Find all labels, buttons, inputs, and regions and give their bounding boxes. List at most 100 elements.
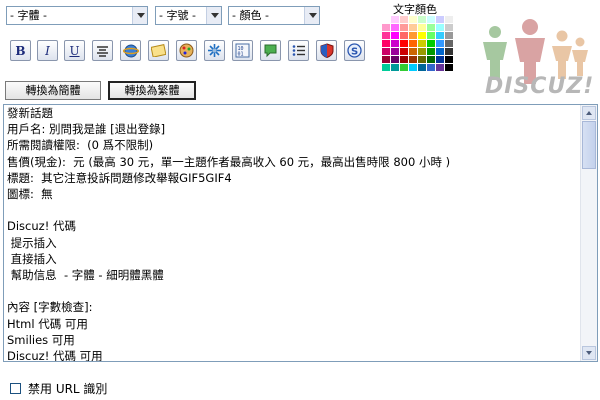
color-swatch[interactable] — [436, 32, 445, 40]
scroll-up-icon[interactable] — [582, 106, 596, 120]
color-swatch[interactable] — [436, 48, 445, 56]
italic-button[interactable]: I — [37, 40, 58, 61]
size-select[interactable]: - 字號 - — [155, 6, 222, 25]
textarea-line: 圖標: 無 — [7, 187, 53, 202]
textarea-line: 幫助信息 - 字體 - 細明體黑體 — [7, 268, 164, 283]
color-swatch[interactable] — [445, 32, 454, 40]
color-swatch[interactable] — [445, 56, 454, 64]
chevron-down-icon[interactable] — [206, 7, 221, 24]
message-textarea[interactable]: 發新話題 用戶名: 別問我是誰 [退出登錄] 所需閱讀權限: (0 爲不限制) 售價(… — [3, 104, 598, 362]
color-swatch[interactable] — [418, 24, 427, 32]
color-swatch[interactable] — [436, 40, 445, 48]
color-swatch[interactable] — [427, 32, 436, 40]
color-swatch[interactable] — [382, 64, 391, 72]
color-swatch[interactable] — [445, 24, 454, 32]
color-swatch[interactable] — [400, 24, 409, 32]
color-swatch[interactable] — [409, 40, 418, 48]
color-swatch[interactable] — [409, 56, 418, 64]
textarea-line: 提示插入 — [7, 235, 57, 250]
color-swatch[interactable] — [427, 40, 436, 48]
color-swatch[interactable] — [382, 32, 391, 40]
color-swatch[interactable] — [418, 40, 427, 48]
svg-text:S: S — [351, 47, 358, 58]
color-swatch[interactable] — [400, 48, 409, 56]
color-swatch[interactable] — [427, 48, 436, 56]
color-swatch[interactable] — [391, 40, 400, 48]
color-swatch[interactable] — [400, 64, 409, 72]
color-swatch[interactable] — [445, 16, 454, 24]
color-swatch[interactable] — [391, 32, 400, 40]
color-swatch[interactable] — [418, 56, 427, 64]
color-swatch[interactable] — [391, 56, 400, 64]
color-swatch[interactable] — [427, 24, 436, 32]
list-button[interactable] — [288, 40, 309, 61]
color-swatch[interactable] — [418, 64, 427, 72]
color-swatch[interactable] — [436, 24, 445, 32]
chevron-down-icon[interactable] — [304, 7, 319, 24]
color-swatch[interactable] — [400, 16, 409, 24]
color-swatch[interactable] — [382, 40, 391, 48]
color-swatch[interactable] — [436, 56, 445, 64]
color-swatch[interactable] — [418, 48, 427, 56]
color-swatch[interactable] — [382, 24, 391, 32]
color-swatch[interactable] — [391, 64, 400, 72]
color-swatch[interactable] — [391, 24, 400, 32]
align-center-button[interactable] — [92, 40, 113, 61]
color-swatch[interactable] — [391, 16, 400, 24]
color-swatch[interactable] — [382, 48, 391, 56]
color-swatch[interactable] — [427, 56, 436, 64]
color-swatch[interactable] — [409, 24, 418, 32]
code-button[interactable]: 10 01 — [232, 40, 253, 61]
message-content: 發新話題 用戶名: 別問我是誰 [退出登錄] 所需閱讀權限: (0 爲不限制) 售價(… — [7, 105, 577, 361]
color-swatch[interactable] — [436, 64, 445, 72]
email-button[interactable] — [148, 40, 169, 61]
scroll-down-icon[interactable] — [582, 346, 596, 360]
convert-simplified-label: 轉換為簡體 — [25, 84, 81, 97]
disable-url-checkbox[interactable] — [10, 383, 21, 394]
image-button[interactable] — [176, 40, 197, 61]
hide-button[interactable] — [316, 40, 337, 61]
bold-button[interactable]: B — [10, 40, 31, 61]
textarea-line: Discuz! 代碼 — [7, 219, 76, 234]
convert-traditional-button[interactable]: 轉換為繁體 — [108, 81, 196, 100]
disable-url-option[interactable]: 禁用 URL 識別 — [10, 380, 107, 397]
chevron-down-icon[interactable] — [132, 7, 147, 24]
italic-label: I — [45, 43, 50, 58]
color-palette[interactable] — [382, 16, 454, 72]
convert-simplified-button[interactable]: 轉換為簡體 — [5, 81, 101, 100]
color-swatch[interactable] — [436, 16, 445, 24]
color-swatch[interactable] — [418, 16, 427, 24]
color-swatch[interactable] — [445, 48, 454, 56]
color-swatch[interactable] — [445, 40, 454, 48]
link-button[interactable] — [120, 40, 141, 61]
color-swatch[interactable] — [400, 56, 409, 64]
color-swatch[interactable] — [418, 32, 427, 40]
quote-button[interactable] — [260, 40, 281, 61]
color-swatch[interactable] — [409, 64, 418, 72]
textarea-line — [7, 283, 577, 299]
color-swatch[interactable] — [409, 48, 418, 56]
font-select[interactable]: - 字體 - — [6, 6, 148, 25]
color-swatch[interactable] — [400, 40, 409, 48]
sell-button[interactable]: S — [344, 40, 365, 61]
color-swatch[interactable] — [409, 16, 418, 24]
color-swatch[interactable] — [427, 16, 436, 24]
color-swatch[interactable] — [445, 64, 454, 72]
color-swatch[interactable] — [382, 56, 391, 64]
flash-icon — [208, 44, 221, 57]
textarea-line: 所需閱讀權限: (0 爲不限制) — [7, 138, 154, 153]
scrollbar[interactable] — [580, 105, 597, 361]
color-swatch[interactable] — [391, 48, 400, 56]
color-swatch[interactable] — [409, 32, 418, 40]
scroll-thumb[interactable] — [582, 121, 596, 169]
color-swatch[interactable] — [400, 32, 409, 40]
underline-button[interactable]: U — [64, 40, 85, 61]
color-select[interactable]: - 顏色 - — [228, 6, 320, 25]
quote-icon — [264, 44, 277, 58]
color-swatch[interactable] — [382, 16, 391, 24]
convert-traditional-label: 轉換為繁體 — [124, 84, 180, 97]
color-swatch[interactable] — [427, 64, 436, 72]
flash-button[interactable] — [204, 40, 225, 61]
list-icon — [292, 45, 305, 56]
color-select-value: - 顏色 - — [232, 9, 269, 22]
